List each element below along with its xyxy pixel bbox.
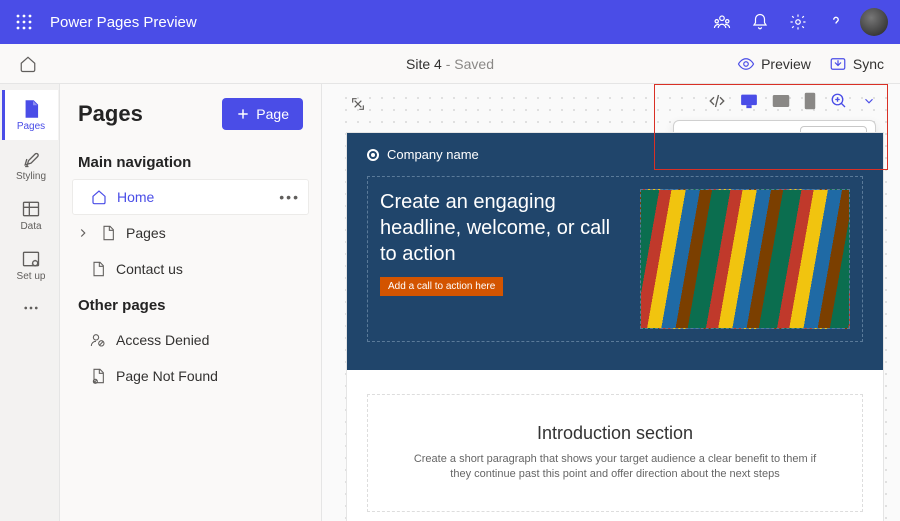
add-page-label: Page bbox=[256, 106, 289, 122]
rail-label: Pages bbox=[17, 121, 45, 132]
brand-row: Company name bbox=[367, 143, 863, 176]
code-view-button[interactable] bbox=[708, 92, 726, 110]
nav-item-pages[interactable]: Pages bbox=[72, 215, 309, 251]
site-name: Site 4 bbox=[406, 56, 442, 72]
settings-icon[interactable] bbox=[780, 4, 816, 40]
nav-label: Pages bbox=[126, 225, 166, 241]
zoom-button[interactable] bbox=[830, 92, 848, 110]
tablet-portrait-button[interactable] bbox=[804, 92, 816, 110]
save-status: - Saved bbox=[442, 56, 494, 72]
page-missing-icon bbox=[90, 368, 106, 384]
intro-title: Introduction section bbox=[408, 423, 822, 444]
chevron-down-icon[interactable] bbox=[862, 94, 876, 108]
page-icon bbox=[100, 225, 116, 241]
hero-image bbox=[640, 189, 850, 329]
radio-icon bbox=[367, 149, 379, 161]
page-icon bbox=[90, 261, 106, 277]
brand-name: Company name bbox=[387, 147, 479, 162]
section-other-pages: Other pages bbox=[72, 287, 309, 322]
rail-label: Set up bbox=[17, 271, 46, 282]
app-launcher-icon[interactable] bbox=[8, 6, 40, 38]
app-title: Power Pages Preview bbox=[50, 14, 704, 31]
intro-body: Create a short paragraph that shows your… bbox=[408, 452, 822, 483]
rail-styling[interactable]: Styling bbox=[2, 140, 58, 190]
command-bar: Site 4 - Saved Preview Sync bbox=[0, 44, 900, 84]
page-preview[interactable]: Company name Create an engaging headline… bbox=[346, 132, 884, 521]
rail-more[interactable] bbox=[2, 290, 58, 326]
design-canvas: 50% − + Reset Company name Create an eng… bbox=[322, 84, 900, 521]
sidebar-heading: Pages bbox=[78, 101, 143, 127]
nav-item-contact[interactable]: Contact us bbox=[72, 251, 309, 287]
add-page-button[interactable]: Page bbox=[222, 98, 303, 130]
user-avatar[interactable] bbox=[856, 4, 892, 40]
expand-icon[interactable] bbox=[350, 96, 366, 112]
rail-data[interactable]: Data bbox=[2, 190, 58, 240]
device-toolbar bbox=[708, 92, 876, 110]
pages-sidebar: Pages Page Main navigation Home ••• Page… bbox=[60, 84, 322, 521]
nav-item-not-found[interactable]: Page Not Found bbox=[72, 358, 309, 394]
more-icon bbox=[22, 299, 40, 317]
more-icon[interactable]: ••• bbox=[279, 189, 300, 205]
preview-label: Preview bbox=[761, 56, 811, 72]
hero-cta-button[interactable]: Add a call to action here bbox=[380, 277, 503, 296]
home-icon[interactable] bbox=[16, 52, 40, 76]
rail-label: Styling bbox=[16, 171, 46, 182]
help-icon[interactable] bbox=[818, 4, 854, 40]
nav-label: Home bbox=[117, 189, 154, 205]
app-header: Power Pages Preview bbox=[0, 0, 900, 44]
left-rail: Pages Styling Data Set up bbox=[0, 84, 60, 521]
home-icon bbox=[91, 189, 107, 205]
site-status: Site 4 - Saved bbox=[406, 56, 494, 72]
intro-section: Introduction section Create a short para… bbox=[367, 394, 863, 512]
rail-setup[interactable]: Set up bbox=[2, 240, 58, 290]
nav-label: Access Denied bbox=[116, 332, 209, 348]
rail-pages[interactable]: Pages bbox=[2, 90, 58, 140]
notifications-icon[interactable] bbox=[742, 4, 778, 40]
desktop-view-button[interactable] bbox=[740, 92, 758, 110]
nav-item-access-denied[interactable]: Access Denied bbox=[72, 322, 309, 358]
nav-label: Page Not Found bbox=[116, 368, 218, 384]
person-denied-icon bbox=[90, 332, 106, 348]
nav-item-home[interactable]: Home ••• bbox=[72, 179, 309, 215]
hero-headline: Create an engaging headline, welcome, or… bbox=[380, 189, 626, 267]
tablet-landscape-button[interactable] bbox=[772, 94, 790, 108]
rail-label: Data bbox=[20, 221, 41, 232]
section-main-nav: Main navigation bbox=[72, 144, 309, 179]
preview-button[interactable]: Preview bbox=[737, 55, 811, 73]
sync-label: Sync bbox=[853, 56, 884, 72]
chevron-right-icon bbox=[76, 226, 90, 240]
nav-label: Contact us bbox=[116, 261, 183, 277]
community-icon[interactable] bbox=[704, 4, 740, 40]
sync-button[interactable]: Sync bbox=[829, 55, 884, 73]
hero-section: Company name Create an engaging headline… bbox=[347, 133, 883, 370]
